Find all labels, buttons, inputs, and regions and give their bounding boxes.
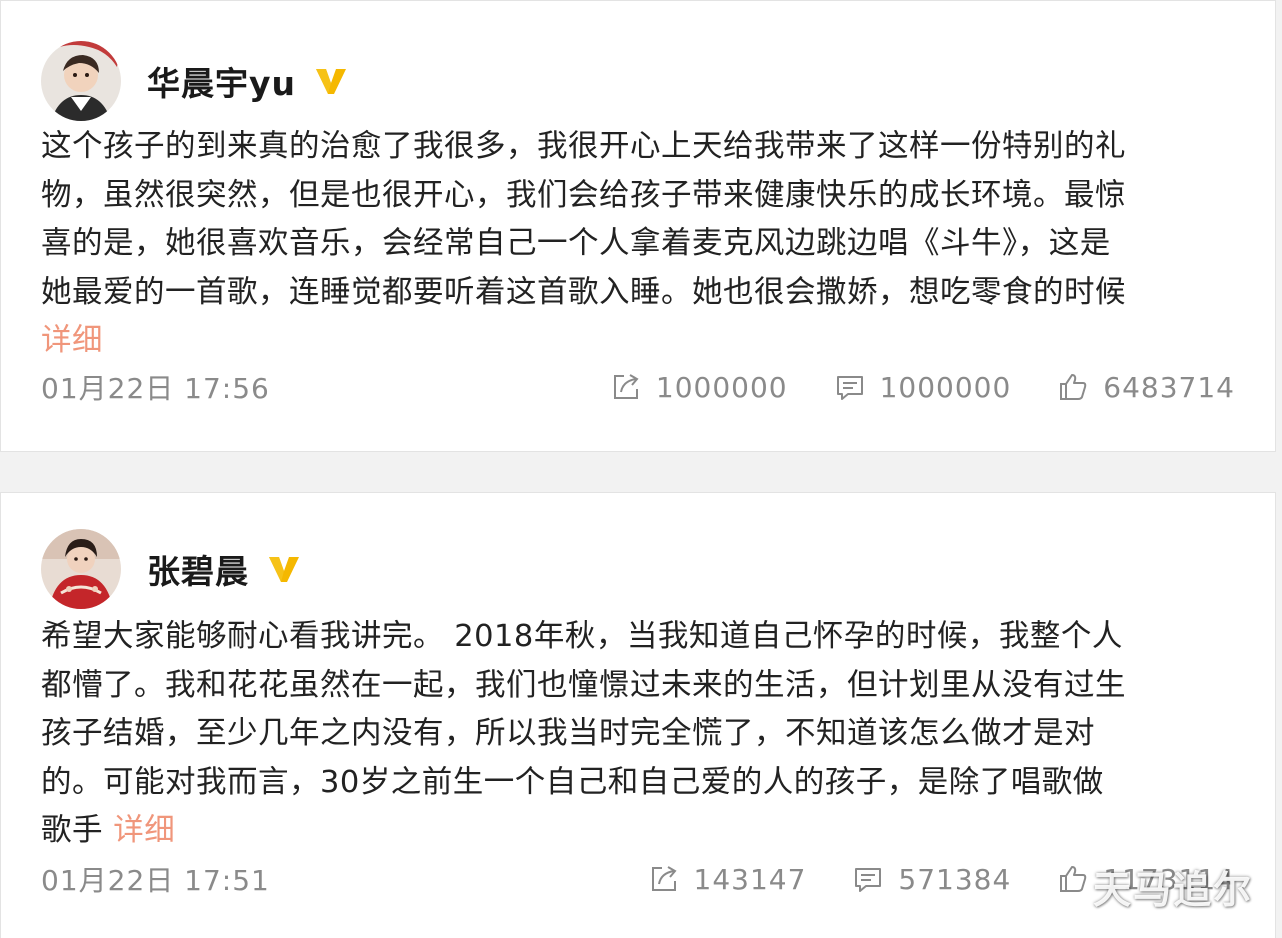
post-header: 张碧晨 — [41, 527, 301, 611]
repost-count: 1000000 — [655, 370, 788, 404]
like-button[interactable]: 6483714 — [1057, 371, 1235, 404]
content-line: 她最爱的一首歌，连睡觉都要听着这首歌入睡。她也很会撒娇，想吃零食的时候 — [41, 274, 1126, 310]
author-name[interactable]: 张碧晨 — [147, 545, 249, 593]
post-content: 这个孩子的到来真的治愈了我很多，我很开心上天给我带来了这样一份特别的礼 物，虽然… — [41, 123, 1241, 366]
content-line: 都懵了。我和花花虽然在一起，我们也憧憬过未来的生活，但计划里从没有过生 — [41, 667, 1126, 703]
repost-icon — [651, 866, 677, 891]
post-card: 华晨宇yu 这个孩子的到来真的治愈了我很多，我很开心上天给我带来了这样一份特别的… — [0, 0, 1276, 452]
verified-badge-icon — [267, 554, 301, 584]
post-time: 01月22日 17:56 — [41, 372, 270, 405]
expand-link[interactable]: 详细 — [41, 323, 103, 358]
content-line: 孩子结婚，至少几年之内没有，所以我当时完全慌了，不知道该怎么做才是对 — [41, 716, 1095, 751]
comment-icon — [836, 376, 863, 400]
repost-button[interactable]: 1000000 — [610, 371, 788, 404]
like-count: 6483714 — [1103, 370, 1235, 404]
like-icon — [1060, 866, 1087, 892]
content-line: 这个孩子的到来真的治愈了我很多，我很开心上天给我带来了这样一份特别的礼 — [41, 129, 1126, 164]
post-content: 希望大家能够耐心看我讲完。 2018年秋，当我知道自己怀孕的时候，我整个人 都懵… — [41, 613, 1241, 856]
repost-button[interactable]: 143147 — [648, 863, 807, 896]
content-line: 歌手 — [41, 813, 114, 848]
comment-count: 1000000 — [879, 370, 1012, 404]
expand-link[interactable]: 详细 — [113, 813, 175, 848]
weibo-feed: 华晨宇yu 这个孩子的到来真的治愈了我很多，我很开心上天给我带来了这样一份特别的… — [0, 0, 1282, 938]
avatar[interactable] — [41, 41, 121, 121]
content-line: 希望大家能够耐心看我讲完。 2018年秋，当我知道自己怀孕的时候，我整个人 — [41, 619, 1123, 654]
verified-badge-icon — [314, 66, 348, 96]
post-meta: 01月22日 17:51 143147 571384 1173114 — [41, 859, 1235, 899]
post-header: 华晨宇yu — [41, 39, 348, 123]
post-actions: 1000000 1000000 6483714 — [564, 367, 1235, 407]
post-meta: 01月22日 17:56 1000000 1000000 6483714 — [41, 367, 1235, 407]
like-icon — [1060, 374, 1087, 400]
author-name[interactable]: 华晨宇yu — [147, 57, 296, 105]
post-card: 张碧晨 希望大家能够耐心看我讲完。 2018年秋，当我知道自己怀孕的时候，我整个… — [0, 492, 1276, 938]
content-line: 喜的是，她很喜欢音乐，会经常自己一个人拿着麦克风边跳边唱《斗牛》，这是 — [41, 226, 1111, 261]
post-time: 01月22日 17:51 — [41, 864, 270, 897]
watermark: 天马追尔 — [1092, 868, 1253, 912]
comment-button[interactable]: 571384 — [852, 863, 1011, 896]
repost-icon — [613, 374, 639, 399]
repost-count: 143147 — [693, 862, 807, 896]
avatar[interactable] — [41, 529, 121, 609]
comment-button[interactable]: 1000000 — [834, 371, 1012, 404]
content-line: 物，虽然很突然，但是也很开心，我们会给孩子带来健康快乐的成长环境。最惊 — [41, 177, 1126, 213]
comment-icon — [855, 868, 882, 892]
comment-count: 571384 — [898, 862, 1012, 896]
content-line: 的。可能对我而言，30岁之前生一个自己和自己爱的人的孩子，是除了唱歌做 — [41, 764, 1104, 800]
